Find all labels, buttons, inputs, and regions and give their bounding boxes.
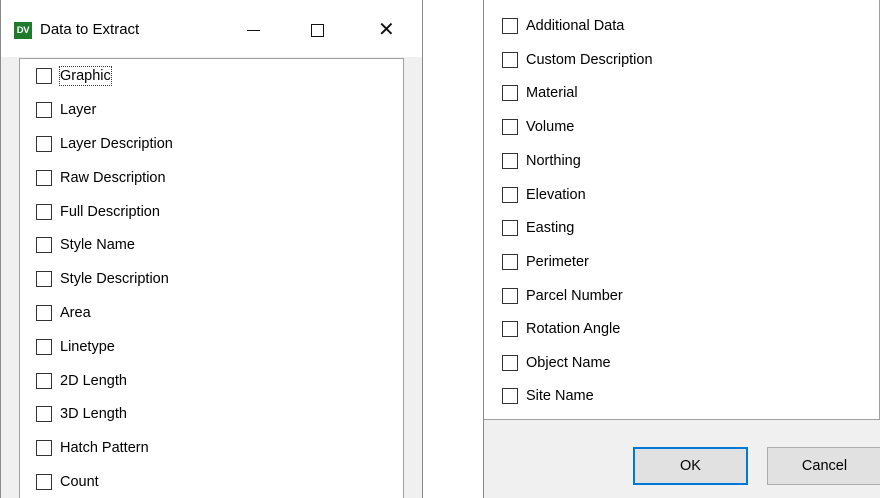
checklist-item-label: Style Name <box>60 237 135 253</box>
checklist-item-2d-length[interactable]: 2D Length <box>36 370 127 392</box>
checkbox[interactable] <box>36 339 52 355</box>
checkbox[interactable] <box>502 18 518 34</box>
checkbox[interactable] <box>36 204 52 220</box>
checklist-item-label: 3D Length <box>60 406 127 422</box>
checklist-item-style-name[interactable]: Style Name <box>36 234 135 256</box>
checkbox[interactable] <box>36 305 52 321</box>
checklist-item-parcel-number[interactable]: Parcel Number <box>502 285 623 307</box>
checkbox[interactable] <box>502 254 518 270</box>
minimize-button[interactable] <box>233 11 273 49</box>
checkbox[interactable] <box>502 153 518 169</box>
maximize-icon <box>311 24 324 37</box>
checkbox[interactable] <box>502 119 518 135</box>
checkbox[interactable] <box>502 85 518 101</box>
checklist-item-label: Style Description <box>60 271 169 287</box>
checklist-item-style-description[interactable]: Style Description <box>36 268 169 290</box>
title-bar[interactable]: DV Data to Extract ✕ <box>1 0 422 57</box>
checklist-item-raw-description[interactable]: Raw Description <box>36 167 166 189</box>
checkbox[interactable] <box>36 136 52 152</box>
checkbox[interactable] <box>502 321 518 337</box>
cancel-button[interactable]: Cancel <box>767 447 880 485</box>
checklist-item-additional-data[interactable]: Additional Data <box>502 15 624 37</box>
checklist-item-elevation[interactable]: Elevation <box>502 184 586 206</box>
checklist-item-graphic[interactable]: Graphic <box>36 65 112 87</box>
close-button[interactable]: ✕ <box>366 11 406 49</box>
checklist-item-hatch-pattern[interactable]: Hatch Pattern <box>36 437 149 459</box>
checklist-item-full-description[interactable]: Full Description <box>36 201 160 223</box>
checkbox[interactable] <box>36 271 52 287</box>
checklist-item-3d-length[interactable]: 3D Length <box>36 403 127 425</box>
checklist-item-label: Layer Description <box>60 136 173 152</box>
close-icon: ✕ <box>378 17 395 41</box>
checkbox[interactable] <box>36 102 52 118</box>
checklist-item-label: Custom Description <box>526 52 653 68</box>
checklist-item-label: Material <box>526 85 578 101</box>
checklist-item-area[interactable]: Area <box>36 302 91 324</box>
checklist-item-label: Count <box>60 474 99 490</box>
checkbox[interactable] <box>502 220 518 236</box>
checklist-item-label: Graphic <box>59 66 112 86</box>
checklist-item-easting[interactable]: Easting <box>502 217 574 239</box>
checklist-item-label: 2D Length <box>60 373 127 389</box>
checklist-item-site-name[interactable]: Site Name <box>502 385 594 407</box>
checklist-item-object-name[interactable]: Object Name <box>502 352 611 374</box>
checkbox[interactable] <box>36 474 52 490</box>
checkbox[interactable] <box>502 388 518 404</box>
checklist-item-northing[interactable]: Northing <box>502 150 581 172</box>
minimize-icon <box>247 30 260 31</box>
checklist-item-label: Area <box>60 305 91 321</box>
checklist-item-label: Additional Data <box>526 18 625 34</box>
checklist-item-label: Elevation <box>526 187 586 203</box>
checklist-item-label: Object Name <box>526 355 611 371</box>
dialog-window-top: DV Data to Extract ✕ Graphic Layer Layer… <box>0 0 423 498</box>
checklist-item-linetype[interactable]: Linetype <box>36 336 115 358</box>
app-logo-icon: DV <box>14 22 32 39</box>
checklist-item-volume[interactable]: Volume <box>502 116 574 138</box>
ok-button[interactable]: OK <box>633 447 748 485</box>
checklist-item-layer-description[interactable]: Layer Description <box>36 133 173 155</box>
field-checklist-top[interactable]: Graphic Layer Layer Description Raw Desc… <box>19 58 404 498</box>
checklist-item-label: Northing <box>526 153 581 169</box>
dialog-window-bottom: Additional Data Custom Description Mater… <box>483 0 880 498</box>
checklist-item-label: Full Description <box>60 204 160 220</box>
checkbox[interactable] <box>36 68 52 84</box>
checklist-item-label: Parcel Number <box>526 288 623 304</box>
checklist-item-perimeter[interactable]: Perimeter <box>502 251 589 273</box>
checklist-item-label: Volume <box>526 119 575 135</box>
field-checklist-bottom[interactable]: Additional Data Custom Description Mater… <box>484 0 880 420</box>
maximize-button[interactable] <box>298 11 338 49</box>
checkbox[interactable] <box>502 288 518 304</box>
checklist-item-label: Perimeter <box>526 254 589 270</box>
checklist-item-label: Linetype <box>60 339 115 355</box>
checkbox[interactable] <box>36 440 52 456</box>
checklist-item-layer[interactable]: Layer <box>36 99 96 121</box>
checklist-item-label: Hatch Pattern <box>60 440 149 456</box>
checkbox[interactable] <box>502 187 518 203</box>
checklist-item-count[interactable]: Count <box>36 471 99 493</box>
checklist-item-label: Easting <box>526 220 575 236</box>
checkbox[interactable] <box>36 170 52 186</box>
checklist-item-label: Layer <box>60 102 97 118</box>
checklist-item-rotation-angle[interactable]: Rotation Angle <box>502 318 620 340</box>
checkbox[interactable] <box>36 373 52 389</box>
checkbox[interactable] <box>502 355 518 371</box>
checkbox[interactable] <box>502 52 518 68</box>
checklist-item-label: Site Name <box>526 388 594 404</box>
checkbox[interactable] <box>36 237 52 253</box>
checklist-item-material[interactable]: Material <box>502 82 578 104</box>
checklist-item-label: Raw Description <box>60 170 166 186</box>
checkbox[interactable] <box>36 406 52 422</box>
window-title: Data to Extract <box>40 21 140 38</box>
checklist-item-custom-description[interactable]: Custom Description <box>502 49 653 71</box>
checklist-item-label: Rotation Angle <box>526 321 621 337</box>
